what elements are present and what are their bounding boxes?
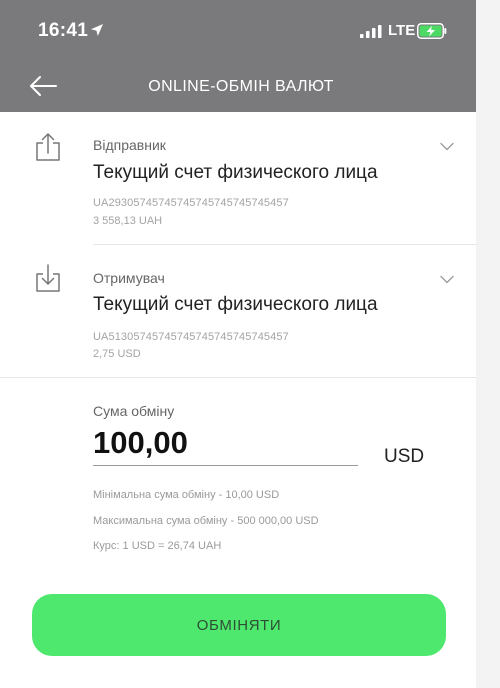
cellular-signal-icon [360,25,382,38]
upload-icon [36,133,60,161]
divider [93,244,476,245]
sender-label: Відправник [93,137,166,153]
max-amount-text: Максимальна сума обміну - 500 000,00 USD [93,515,319,527]
header-bar: ONLINE-ОБМІН ВАЛЮТ [0,62,476,112]
receiver-label: Отримувач [93,270,165,286]
location-arrow-icon [91,24,103,36]
currency-code: USD [384,446,425,467]
chevron-down-icon[interactable] [440,142,454,151]
receiver-account-selector[interactable]: Отримувач Текущий счет физического лица … [0,246,476,378]
device-frame: 16:41 LTE ONLINE-ОБМІН ВАЛЮТ Відправник … [0,0,500,688]
sender-account-selector[interactable]: Відправник Текущий счет физического лица… [0,112,476,244]
download-icon [36,264,60,292]
page-title: ONLINE-ОБМІН ВАЛЮТ [148,78,334,95]
receiver-balance: 2,75 USD [93,348,141,360]
min-amount-text: Мінімальна сума обміну - 10,00 USD [93,489,280,501]
receiver-iban: UA51305745745745745745745745457 [93,331,289,343]
app-screen: 16:41 LTE ONLINE-ОБМІН ВАЛЮТ Відправник … [0,0,476,688]
status-bar: 16:41 LTE [0,0,476,62]
sender-balance: 3 558,13 UAH [93,215,163,227]
sender-iban: UA29305745745745745745745745457 [93,197,289,209]
status-time: 16:41 [38,20,89,41]
network-type: LTE [388,22,416,39]
exchange-rate-text: Курс: 1 USD = 26,74 UAH [93,540,222,552]
divider [0,377,476,378]
battery-charging-icon [417,23,447,39]
amount-label: Сума обміну [93,403,175,419]
sender-account-name: Текущий счет физического лица [93,162,378,183]
exchange-button[interactable]: ОБМІНЯТИ [32,594,446,656]
chevron-down-icon[interactable] [440,275,454,284]
receiver-account-name: Текущий счет физического лица [93,294,378,315]
amount-input[interactable] [93,420,358,466]
